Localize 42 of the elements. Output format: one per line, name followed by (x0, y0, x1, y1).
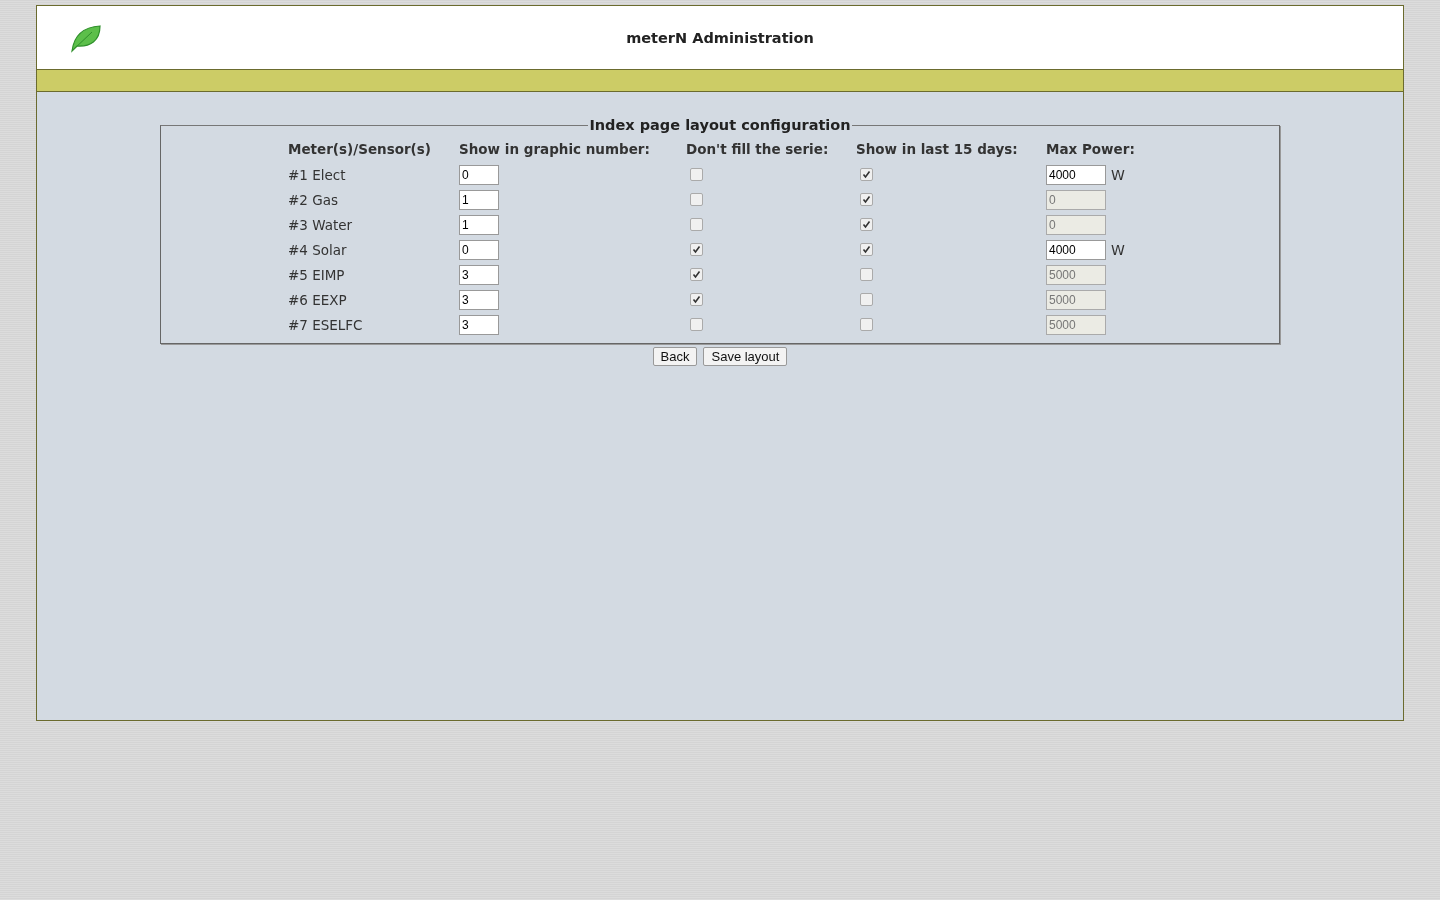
checkbox[interactable] (860, 168, 873, 181)
max-power-field[interactable]: 4000 (1046, 164, 1106, 185)
unit-label: W (1111, 166, 1125, 183)
column-header: Max Power: (1046, 141, 1136, 159)
checkbox[interactable] (860, 193, 873, 206)
meter-name: #4 Solar (288, 241, 348, 258)
graphic-number-field[interactable]: 0 (459, 165, 499, 185)
checkbox[interactable] (690, 193, 703, 206)
meter-name: #2 Gas (288, 191, 339, 208)
graphic-number-field[interactable]: 3 (459, 265, 499, 285)
max-power-field[interactable]: 4000 (1046, 239, 1106, 260)
meter-name: #3 Water (288, 216, 354, 233)
checkbox[interactable] (860, 268, 873, 281)
form-button[interactable]: Save layout (703, 347, 788, 366)
checkbox[interactable] (860, 243, 873, 256)
meter-name: #5 EIMP (288, 266, 346, 283)
checkbox[interactable] (690, 293, 703, 306)
graphic-number-field[interactable]: 1 (459, 190, 499, 210)
column-header: Show in graphic number: (459, 141, 651, 159)
leaf-icon (70, 23, 102, 53)
meter-name: #1 Elect (288, 166, 347, 183)
graphic-number-field[interactable]: 3 (459, 290, 499, 310)
graphic-number-field[interactable]: 1 (459, 215, 499, 235)
checkbox[interactable] (860, 293, 873, 306)
checkbox[interactable] (860, 318, 873, 331)
column-header: Meter(s)/Sensor(s) (288, 141, 432, 159)
checkbox[interactable] (690, 268, 703, 281)
graphic-number-field[interactable]: 0 (459, 240, 499, 260)
checkbox[interactable] (860, 218, 873, 231)
graphic-number-field[interactable]: 3 (459, 315, 499, 335)
fieldset-legend: Index page layout configuration (588, 117, 852, 133)
checkbox[interactable] (690, 243, 703, 256)
column-header: Don't fill the serie: (686, 141, 830, 159)
unit-label: W (1111, 241, 1125, 258)
meter-name: #7 ESELFC (288, 316, 364, 333)
column-header: Show in last 15 days: (856, 141, 1019, 159)
page-title: meterN Administration (626, 29, 814, 46)
checkbox[interactable] (690, 318, 703, 331)
meter-name: #6 EEXP (288, 291, 348, 308)
form-button[interactable]: Back (652, 347, 698, 366)
checkbox[interactable] (690, 168, 703, 181)
checkbox[interactable] (690, 218, 703, 231)
